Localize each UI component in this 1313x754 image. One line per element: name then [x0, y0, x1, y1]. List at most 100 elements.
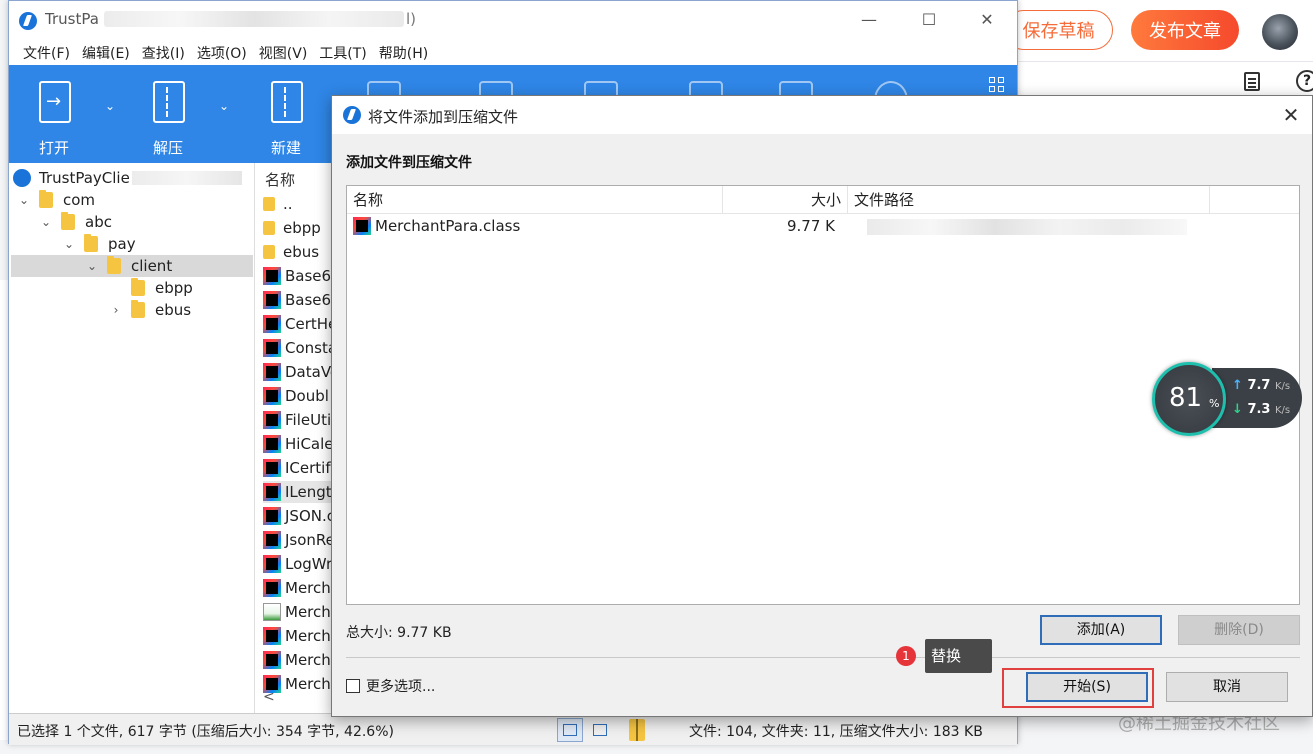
- menubar: 文件(F) 编辑(E) 查找(I) 选项(O) 视图(V) 工具(T) 帮助(H…: [9, 39, 1017, 65]
- status-archive-info: 文件: 104, 文件夹: 11, 压缩文件大小: 183 KB: [689, 724, 983, 740]
- file-list-header[interactable]: 名称: [265, 169, 295, 190]
- grid-menu-icon[interactable]: [989, 77, 1005, 93]
- thumbnail-view-button[interactable]: [587, 718, 613, 742]
- list-item-label: Doubl: [285, 387, 329, 405]
- chevron-down-icon[interactable]: ⌄: [85, 259, 99, 273]
- list-item[interactable]: Merch: [263, 649, 331, 671]
- redacted-path: [867, 219, 1187, 235]
- tree-node-label: abc: [85, 213, 112, 231]
- redacted-title: [104, 11, 404, 27]
- list-item[interactable]: ebus: [263, 241, 319, 263]
- menu-file[interactable]: 文件(F): [17, 39, 76, 65]
- usage-percent: 81: [1169, 383, 1203, 413]
- close-button[interactable]: ✕: [967, 7, 1007, 33]
- chevron-right-icon[interactable]: ›: [109, 303, 123, 317]
- table-row[interactable]: MerchantPara.class 9.77 K: [347, 214, 1299, 238]
- files-to-add-list[interactable]: 名称 大小 文件路径 MerchantPara.class 9.77 K ↑ 7…: [346, 185, 1302, 605]
- tree-node-pay[interactable]: ⌄ pay: [62, 233, 136, 255]
- list-item-label: HiCale: [285, 435, 334, 453]
- dialog-close-button[interactable]: ✕: [1278, 102, 1304, 128]
- class-file-icon: [353, 217, 371, 235]
- class-file-icon: [263, 627, 281, 645]
- list-item[interactable]: Base64: [263, 289, 339, 311]
- redacted-text: [131, 171, 242, 185]
- add-button[interactable]: 添加(A): [1040, 615, 1162, 645]
- list-header: 名称 大小 文件路径: [347, 186, 1299, 214]
- tree-node-ebus[interactable]: › ebus: [109, 299, 191, 321]
- tree-node-abc[interactable]: ⌄ abc: [39, 211, 112, 233]
- class-file-icon: [263, 291, 281, 309]
- column-path[interactable]: 文件路径: [848, 186, 1210, 214]
- list-item[interactable]: FileUti: [263, 409, 331, 431]
- column-size[interactable]: 大小: [723, 186, 848, 214]
- list-item-label: JsonRe: [285, 531, 335, 549]
- list-item[interactable]: Base64: [263, 265, 339, 287]
- list-item[interactable]: CertHe: [263, 313, 337, 335]
- file-list: 名称 .. ebpp ebus Base64 Base64 CertHe Con…: [259, 163, 339, 713]
- tree-root[interactable]: TrustPayClie: [13, 167, 242, 189]
- list-item[interactable]: JsonRe: [263, 529, 335, 551]
- checkbox-box[interactable]: [346, 679, 360, 693]
- publish-button[interactable]: 发布文章: [1131, 10, 1239, 50]
- menu-options[interactable]: 选项(O): [191, 39, 253, 65]
- list-item[interactable]: Consta: [263, 337, 337, 359]
- extract-icon: [153, 81, 185, 123]
- window-title-suffix: l): [406, 10, 417, 28]
- new-archive-button[interactable]: 新建: [253, 79, 319, 159]
- list-item[interactable]: JSON.c: [263, 505, 335, 527]
- list-item-label: LogWr: [285, 555, 333, 573]
- document-icon[interactable]: [1244, 72, 1260, 91]
- folder-icon: [131, 300, 145, 318]
- folder-icon: [39, 190, 53, 208]
- list-item[interactable]: Merch: [263, 625, 331, 647]
- details-view-button[interactable]: [557, 718, 583, 742]
- file-name: MerchantPara.class: [375, 217, 521, 235]
- list-item[interactable]: Merch: [263, 601, 331, 623]
- list-item[interactable]: ICertif: [263, 457, 331, 479]
- extract-label: 解压: [152, 139, 183, 157]
- maximize-button[interactable]: ☐: [909, 7, 949, 33]
- class-file-icon: [263, 435, 281, 453]
- list-item[interactable]: LogWr: [263, 553, 332, 575]
- file-size: 9.77 K: [787, 217, 836, 235]
- dialog-titlebar: 将文件添加到压缩文件 ✕: [332, 96, 1312, 134]
- tree-node-ebpp[interactable]: ebpp: [109, 277, 193, 299]
- extract-button[interactable]: 解压: [135, 79, 201, 159]
- chevron-down-icon[interactable]: ⌄: [39, 215, 53, 229]
- menu-tools[interactable]: 工具(T): [313, 39, 372, 65]
- list-item[interactable]: Merch: [263, 577, 331, 599]
- menu-edit[interactable]: 编辑(E): [76, 39, 136, 65]
- list-item[interactable]: DataVe: [263, 361, 339, 383]
- list-item[interactable]: Doubl: [263, 385, 329, 407]
- extract-dropdown-icon[interactable]: ⌄: [219, 99, 229, 113]
- class-file-icon: [263, 507, 281, 525]
- scroll-left-button[interactable]: <: [263, 689, 275, 705]
- list-item[interactable]: ILengt: [263, 481, 332, 503]
- menu-find[interactable]: 查找(I): [136, 39, 191, 65]
- open-dropdown-icon[interactable]: ⌄: [105, 99, 115, 113]
- open-button[interactable]: 打开: [21, 79, 87, 159]
- list-item[interactable]: HiCale: [263, 433, 334, 455]
- cancel-button[interactable]: 取消: [1166, 672, 1288, 702]
- chevron-down-icon[interactable]: ⌄: [62, 237, 76, 251]
- tree-node-client[interactable]: ⌄ client: [11, 255, 253, 277]
- class-file-icon: [263, 267, 281, 285]
- tree-node-label: pay: [108, 235, 136, 253]
- column-name[interactable]: 名称: [347, 186, 723, 214]
- tree-node-com[interactable]: ⌄ com: [17, 189, 95, 211]
- annotation-highlight: [1002, 668, 1154, 708]
- help-icon[interactable]: ?: [1296, 70, 1313, 92]
- chevron-down-icon[interactable]: ⌄: [17, 193, 31, 207]
- network-monitor-widget[interactable]: ↑ 7.7 K/s ↓ 7.3 K/s 81 %: [1152, 362, 1302, 436]
- list-item[interactable]: ..: [263, 193, 293, 215]
- menu-view[interactable]: 视图(V): [253, 39, 314, 65]
- list-item[interactable]: ebpp: [263, 217, 321, 239]
- list-item-label: Consta: [285, 339, 338, 357]
- menu-help[interactable]: 帮助(H): [373, 39, 434, 65]
- avatar[interactable]: [1262, 14, 1298, 50]
- minimize-button[interactable]: —: [849, 7, 889, 33]
- more-options-checkbox[interactable]: 更多选项...: [346, 676, 435, 696]
- save-draft-button[interactable]: 保存草稿: [1004, 10, 1113, 50]
- speed-unit: K/s: [1275, 405, 1291, 416]
- delete-button[interactable]: 删除(D): [1178, 615, 1300, 645]
